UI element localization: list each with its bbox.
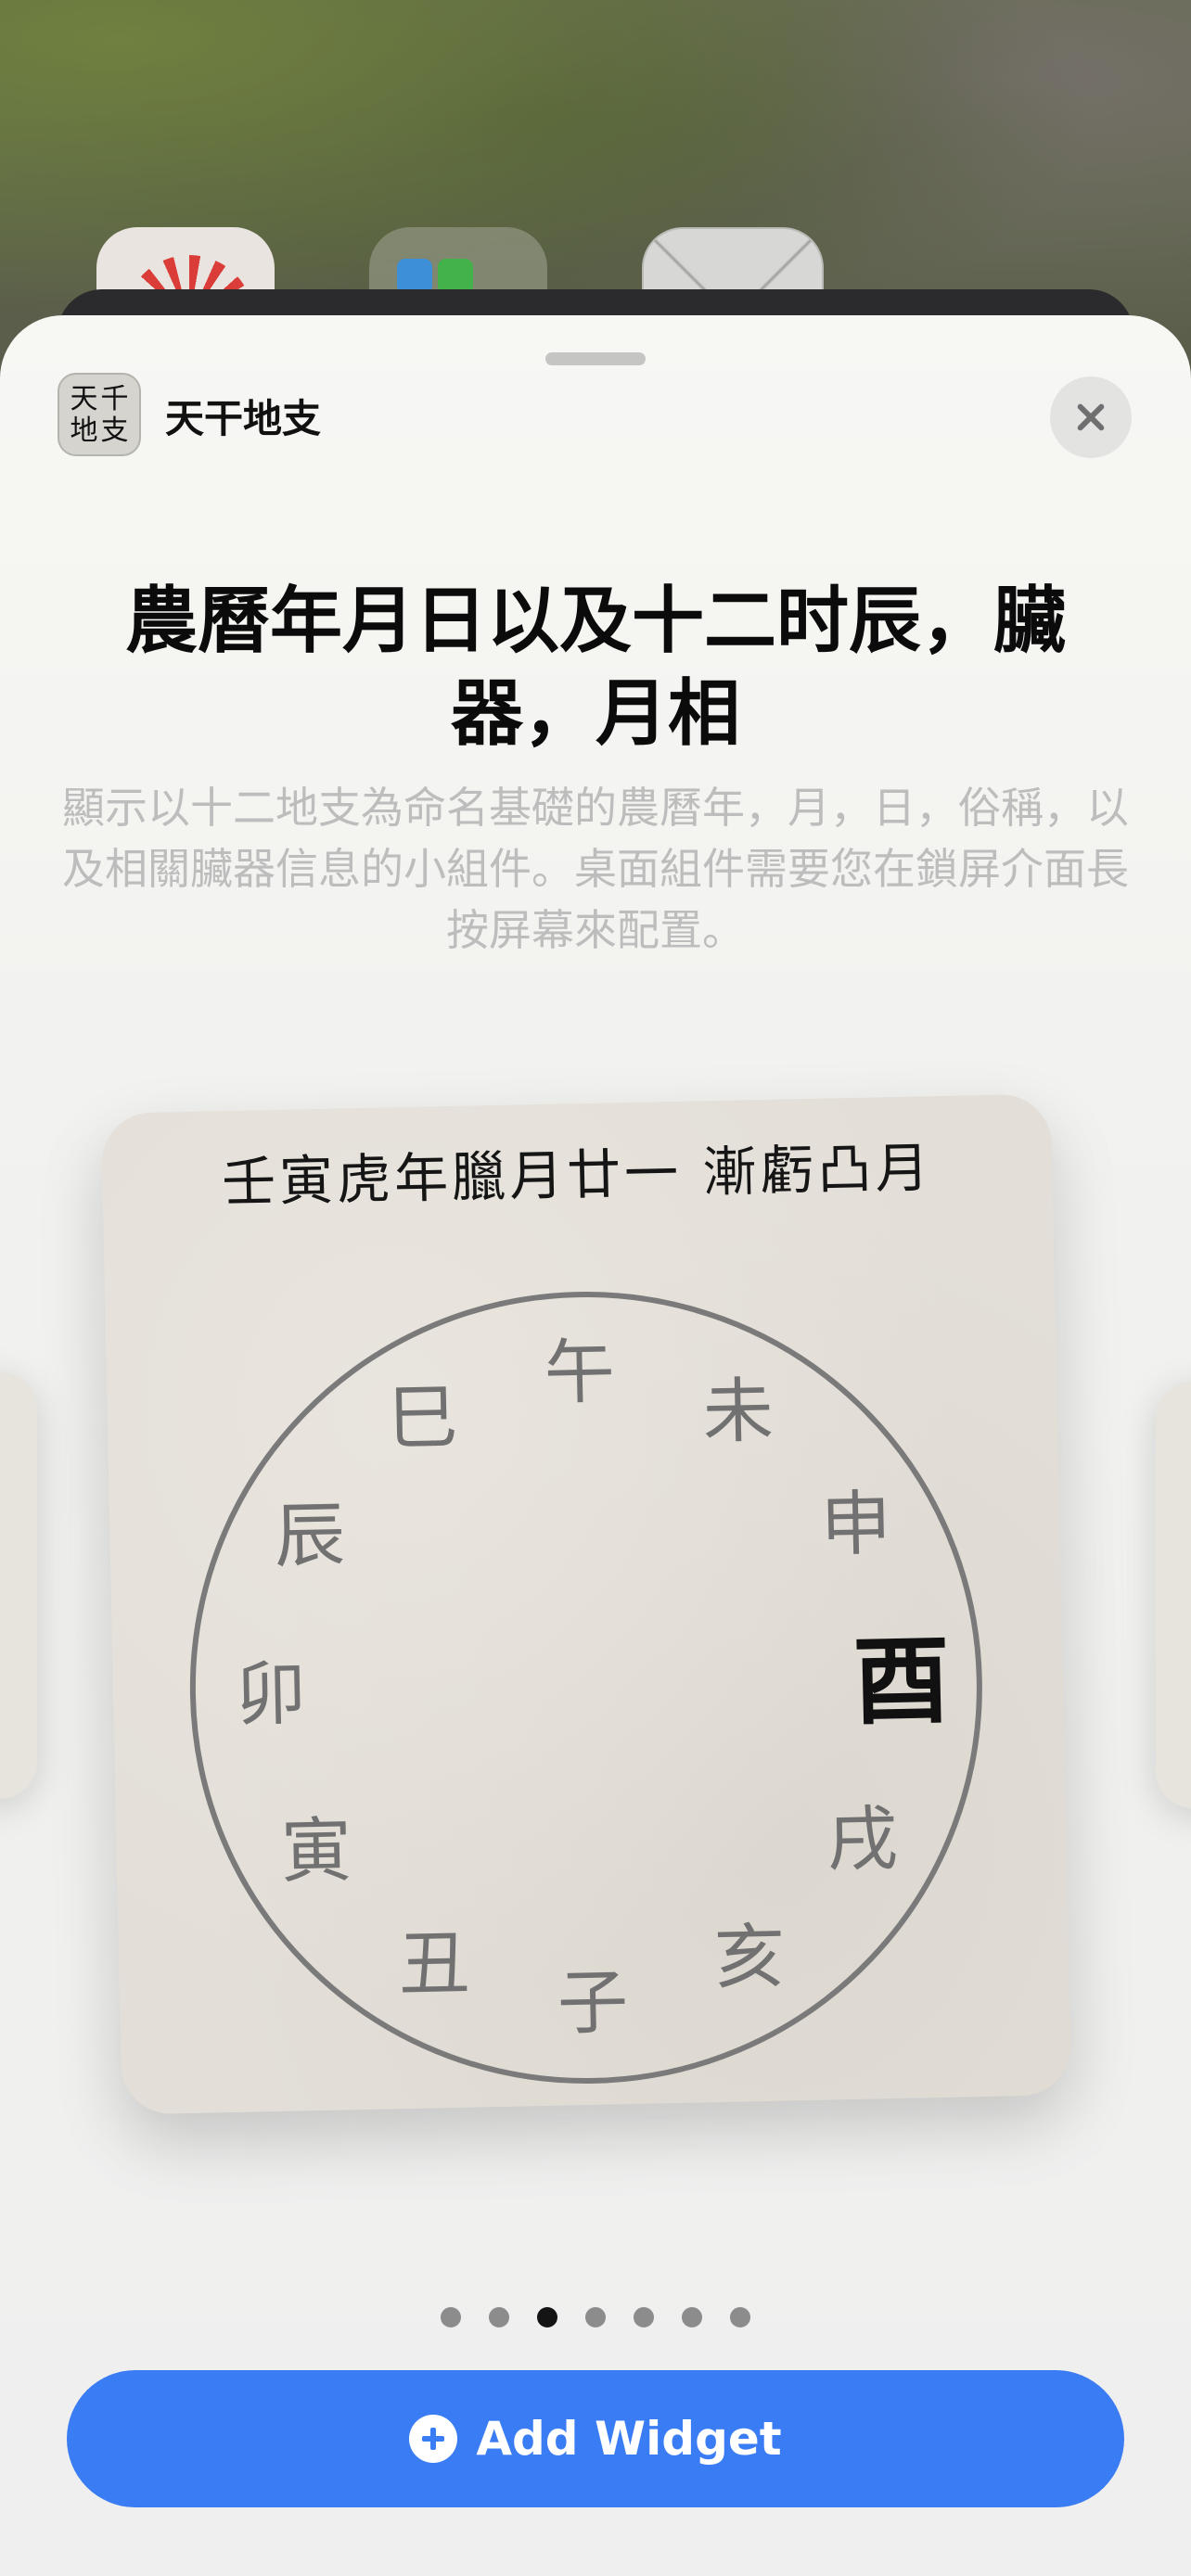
branch-label: 巳 (387, 1375, 459, 1460)
branch-label: 寅 (280, 1808, 352, 1893)
branch-label-active: 酉 (852, 1623, 952, 1739)
add-widget-label: Add Widget (476, 2412, 782, 2466)
widget-preview[interactable]: 壬寅虎年臘月廿一 漸虧凸月 午 未申酉戌亥子 丑寅卯辰巳 (100, 1093, 1072, 2115)
widget-title: 農曆年月日以及十二时辰，臟器，月相 (124, 580, 1066, 756)
page-dot[interactable] (682, 2307, 702, 2327)
add-widget-button[interactable]: Add Widget (67, 2370, 1124, 2507)
previous-widget-preview[interactable] (0, 1372, 37, 1799)
app-icon-char: 天 (70, 383, 98, 415)
page-indicator[interactable] (0, 2307, 1191, 2335)
branch-label: 未 (702, 1369, 775, 1453)
earthly-branch-dial: 午 未申酉戌亥子 丑寅卯辰巳 (179, 1281, 993, 2095)
page-dot[interactable] (489, 2307, 509, 2327)
app-icon: 天 千 地 支 (58, 373, 141, 456)
branch-label: 申 (820, 1482, 892, 1566)
page-dot[interactable] (441, 2307, 461, 2327)
branch-label: 卯 (235, 1651, 307, 1736)
dial-svg: 午 未申酉戌亥子 丑寅卯辰巳 (189, 1292, 982, 2085)
widget-sheet: 天 千 地 支 天干地支 農曆年月日以及十二时辰，臟器，月相 顯示以十二地支為命… (0, 315, 1191, 2576)
page-dot[interactable] (634, 2307, 654, 2327)
sheet-grabber[interactable] (545, 352, 646, 365)
branch-label: 戌 (826, 1797, 899, 1881)
next-widget-preview[interactable] (1156, 1382, 1191, 1808)
branch-label: 子 (557, 1960, 629, 2045)
app-icon-char: 支 (100, 414, 129, 447)
page-dot-active[interactable] (537, 2307, 557, 2327)
branch-label: 丑 (398, 1921, 470, 2006)
lunar-date-header: 壬寅虎年臘月廿一 漸虧凸月 (221, 1136, 934, 1215)
branch-label: 亥 (713, 1915, 786, 1999)
plus-circle-icon (409, 2415, 458, 2463)
page-dot[interactable] (730, 2307, 750, 2327)
widget-description: 顯示以十二地支為命名基礎的農曆年，月，日，俗稱，以及相關臟器信息的小組件。桌面組… (62, 783, 1129, 955)
app-icon-char: 千 (100, 383, 129, 415)
branch-label: 午 (544, 1330, 616, 1414)
branch-label: 辰 (274, 1493, 346, 1577)
app-icon-char: 地 (70, 414, 98, 447)
app-name: 天干地支 (165, 396, 322, 441)
close-button[interactable] (1050, 376, 1132, 458)
page-dot[interactable] (585, 2307, 606, 2327)
